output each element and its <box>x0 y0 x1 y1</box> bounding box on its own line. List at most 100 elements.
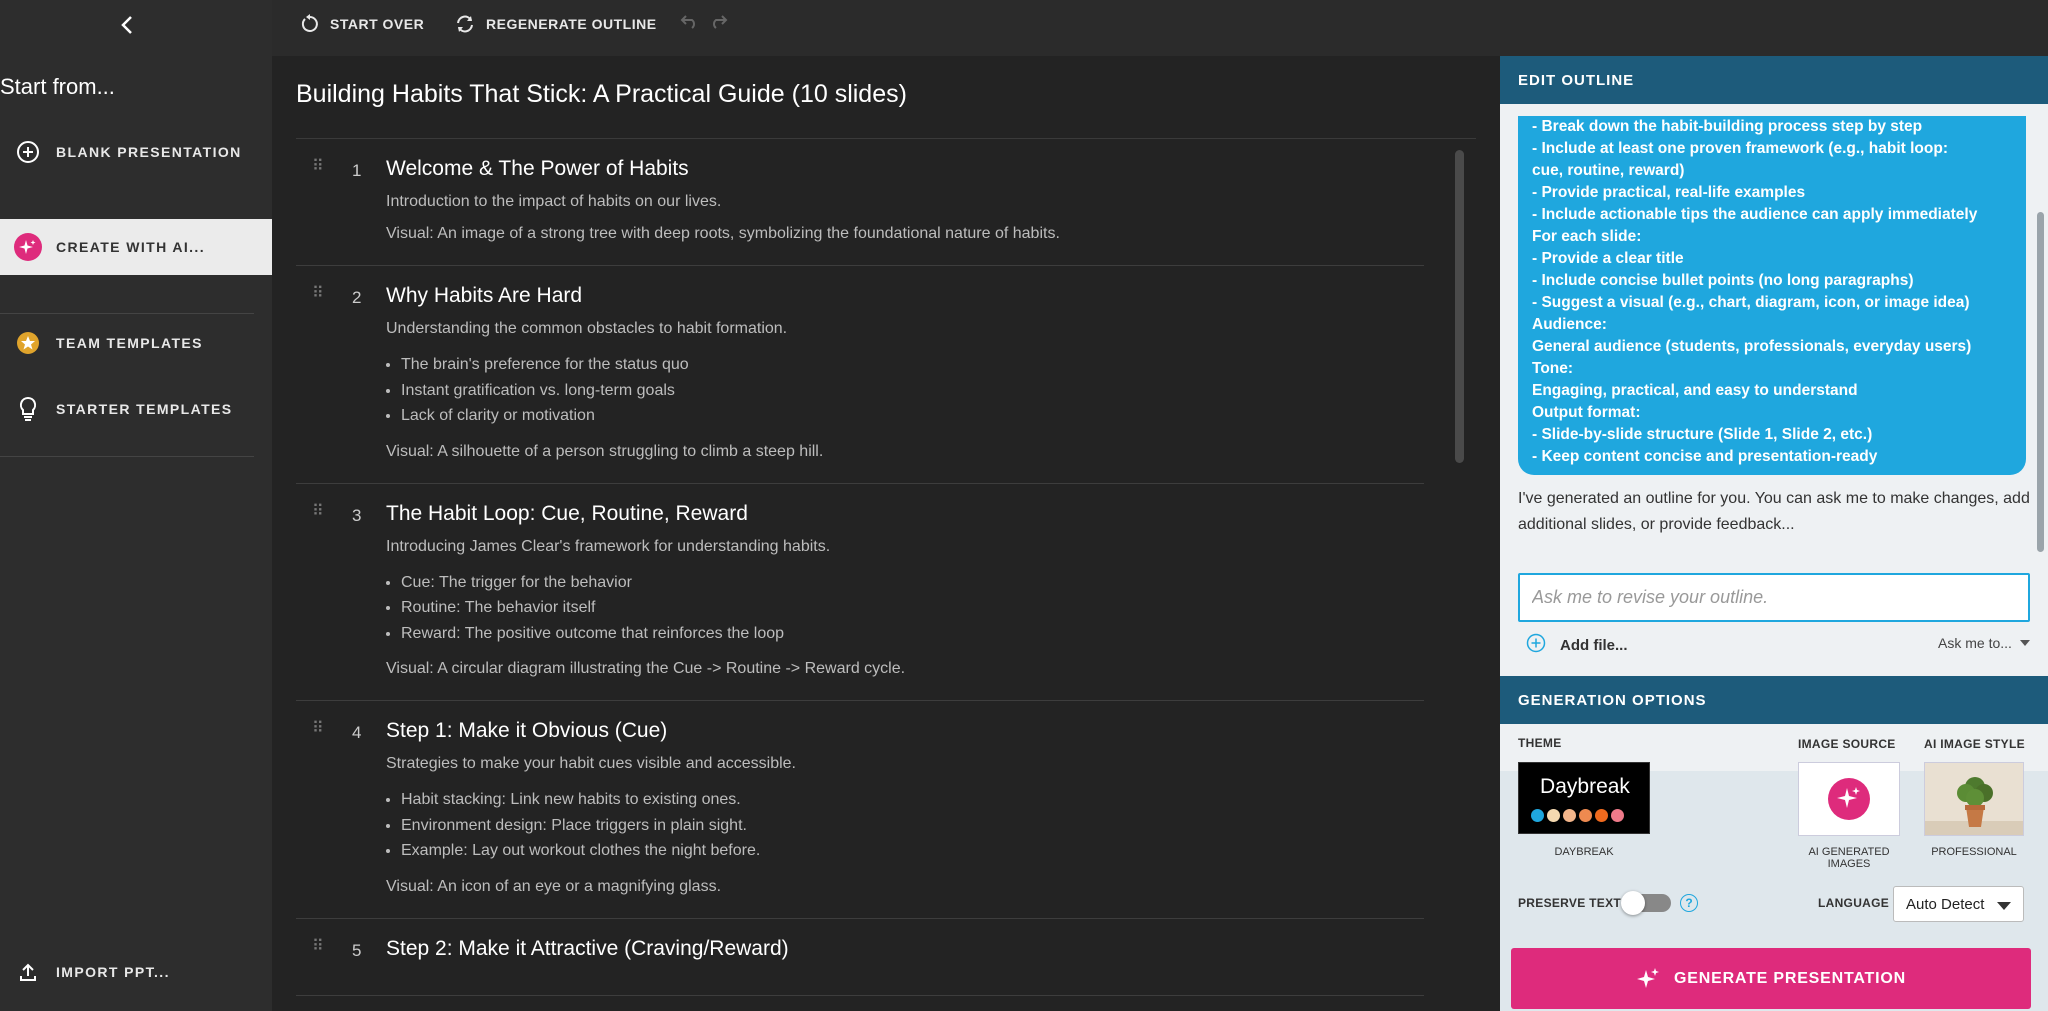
undo-icon[interactable] <box>680 14 700 35</box>
drag-handle-icon[interactable]: ⠿ <box>312 159 326 175</box>
slide-bullet[interactable]: Cue: The trigger for the behavior <box>401 570 1424 596</box>
scrollbar[interactable] <box>1455 150 1464 463</box>
sidebar-item-label: TEAM TEMPLATES <box>56 335 203 351</box>
slide-bullet[interactable]: Environment design: Place triggers in pl… <box>401 813 1424 839</box>
outline-slide[interactable]: ⠿ 3 The Habit Loop: Cue, Routine, Reward In… <box>296 484 1424 701</box>
outline-editor: Building Habits That Stick: A Practical … <box>272 56 1500 1011</box>
outline-slide[interactable]: ⠿ 4 Step 1: Make it Obvious (Cue) Strategie… <box>296 701 1424 919</box>
theme-color-dot <box>1611 809 1624 822</box>
sparkle-icon <box>1828 778 1870 820</box>
prompt-line: Output format: <box>1532 404 1641 421</box>
start-over-button[interactable]: START OVER <box>300 14 424 34</box>
sidebar-item-label: STARTER TEMPLATES <box>56 401 233 417</box>
language-select[interactable]: Auto Detect <box>1893 886 2024 922</box>
prompt-line: Tone: <box>1532 360 1574 377</box>
star-badge-icon <box>14 329 42 357</box>
regenerate-outline-button[interactable]: REGENERATE OUTLINE <box>454 14 657 34</box>
preserve-text-label: PRESERVE TEXT <box>1518 896 1622 910</box>
sidebar-item-import-ppt[interactable]: IMPORT PPT... <box>0 944 272 1000</box>
prompt-line: - Break down the habit-building process … <box>1532 118 1923 135</box>
revise-outline-input[interactable] <box>1518 573 2030 622</box>
slide-list: ⠿ 1 Welcome & The Power of Habits Introduct… <box>296 139 1424 996</box>
regenerate-outline-label: REGENERATE OUTLINE <box>486 16 657 32</box>
slide-bullet[interactable]: The brain's preference for the status qu… <box>401 352 1424 378</box>
prompt-line: Engaging, practical, and easy to underst… <box>1532 382 1858 399</box>
drag-handle-icon[interactable]: ⠿ <box>312 721 326 737</box>
prompt-line: General audience (students, professional… <box>1532 338 1972 355</box>
redo-icon[interactable] <box>708 14 728 35</box>
slide-title[interactable]: The Habit Loop: Cue, Routine, Reward <box>386 502 1424 526</box>
prompt-line: - Keep content concise and presentation-… <box>1532 448 1878 465</box>
image-source-picker[interactable] <box>1798 762 1900 836</box>
prompt-line: - Include actionable tips the audience c… <box>1532 206 1978 223</box>
slide-subtitle[interactable]: Strategies to make your habit cues visib… <box>386 755 1424 773</box>
slide-bullet[interactable]: Reward: The positive outcome that reinfo… <box>401 621 1424 647</box>
sidebar-item-team-templates[interactable]: TEAM TEMPLATES <box>0 315 272 371</box>
slide-number: 1 <box>352 161 362 180</box>
prompt-line: - Provide practical, real-life examples <box>1532 184 1806 201</box>
slide-bullet[interactable]: Habit stacking: Link new habits to exist… <box>401 787 1424 813</box>
restart-icon <box>301 14 318 32</box>
slide-bullet[interactable]: Instant gratification vs. long-term goal… <box>401 378 1424 404</box>
generation-options-header: GENERATION OPTIONS <box>1500 676 2048 724</box>
preserve-text-toggle[interactable] <box>1621 891 1671 915</box>
slide-title[interactable]: Step 1: Make it Obvious (Cue) <box>386 719 1424 743</box>
prompt-line: cue, routine, reward) <box>1532 162 1685 179</box>
slide-number: 2 <box>352 288 362 307</box>
slide-subtitle[interactable]: Introduction to the impact of habits on … <box>386 193 1424 211</box>
slide-title[interactable]: Step 2: Make it Attractive (Craving/Rewa… <box>386 937 1424 961</box>
prompt-line: - Include at least one proven framework … <box>1532 140 1948 157</box>
theme-label: THEME <box>1518 736 1562 750</box>
slide-subtitle[interactable]: Understanding the common obstacles to ha… <box>386 320 1424 338</box>
slide-visual[interactable]: Visual: An image of a strong tree with d… <box>386 225 1424 243</box>
outline-slide[interactable]: ⠿ 5 Step 2: Make it Attractive (Craving/Re… <box>296 919 1424 996</box>
add-file-label: Add file... <box>1560 636 1628 654</box>
sidebar-item-create-with-ai[interactable]: CREATE WITH AI... <box>0 219 272 275</box>
image-source-label: IMAGE SOURCE <box>1798 737 1896 751</box>
theme-color-dot <box>1563 809 1576 822</box>
outline-slide[interactable]: ⠿ 1 Welcome & The Power of Habits Introduct… <box>296 139 1424 266</box>
upload-icon <box>14 958 42 986</box>
right-panel: EDIT OUTLINE - Break down the habit-buil… <box>1500 56 2048 1011</box>
outline-slide[interactable]: ⠿ 2 Why Habits Are Hard Understanding the c… <box>296 266 1424 484</box>
add-file-button[interactable]: Add file... <box>1526 633 1628 657</box>
drag-handle-icon[interactable]: ⠿ <box>312 286 326 302</box>
sidebar-item-label: BLANK PRESENTATION <box>56 144 242 160</box>
sparkle-icon <box>1637 967 1660 988</box>
slide-number: 4 <box>352 723 362 742</box>
slide-bullet[interactable]: Lack of clarity or motivation <box>401 403 1424 429</box>
help-icon[interactable]: ? <box>1680 894 1698 912</box>
plus-circle-icon <box>14 138 42 166</box>
slide-visual[interactable]: Visual: A circular diagram illustrating … <box>386 660 1424 678</box>
ai-image-style-picker[interactable] <box>1924 762 2024 836</box>
generate-presentation-button[interactable]: GENERATE PRESENTATION <box>1511 948 2031 1009</box>
back-chevron-icon[interactable] <box>112 10 142 40</box>
prompt-line: - Suggest a visual (e.g., chart, diagram… <box>1532 294 1970 311</box>
slide-title[interactable]: Why Habits Are Hard <box>386 284 1424 308</box>
slide-title[interactable]: Welcome & The Power of Habits <box>386 157 1424 181</box>
slide-subtitle[interactable]: Introducing James Clear's framework for … <box>386 538 1424 556</box>
prompt-line: - Include concise bullet points (no long… <box>1532 272 1914 289</box>
ai-image-style-caption: PROFESSIONAL <box>1931 846 2017 858</box>
sidebar-title: Start from... <box>0 74 115 99</box>
ai-image-style-label: AI IMAGE STYLE <box>1924 737 2025 751</box>
sidebar-item-starter-templates[interactable]: STARTER TEMPLATES <box>0 381 272 437</box>
scrollbar[interactable] <box>2037 212 2044 552</box>
theme-picker[interactable]: Daybreak <box>1518 762 1650 834</box>
slide-visual[interactable]: Visual: A silhouette of a person struggl… <box>386 443 1424 461</box>
plus-circle-icon <box>1526 633 1546 657</box>
drag-handle-icon[interactable]: ⠿ <box>312 503 326 519</box>
slide-number: 3 <box>352 505 362 525</box>
theme-name: Daybreak <box>1540 775 1630 798</box>
drag-handle-icon[interactable]: ⠿ <box>312 938 326 954</box>
ai-message: I've generated an outline for you. You c… <box>1518 490 2030 533</box>
slide-bullet[interactable]: Routine: The behavior itself <box>401 595 1424 621</box>
slide-bullet[interactable]: Example: Lay out workout clothes the nig… <box>401 838 1424 864</box>
ask-me-dropdown[interactable]: Ask me to... <box>1938 635 2030 651</box>
slide-visual[interactable]: Visual: An icon of an eye or a magnifyin… <box>386 878 1424 896</box>
sidebar-item-blank-presentation[interactable]: BLANK PRESENTATION <box>0 124 272 180</box>
theme-color-dot <box>1595 809 1608 822</box>
theme-color-dot <box>1547 809 1560 822</box>
chevron-down-icon <box>2019 640 2030 646</box>
ask-me-label: Ask me to... <box>1938 635 2012 651</box>
